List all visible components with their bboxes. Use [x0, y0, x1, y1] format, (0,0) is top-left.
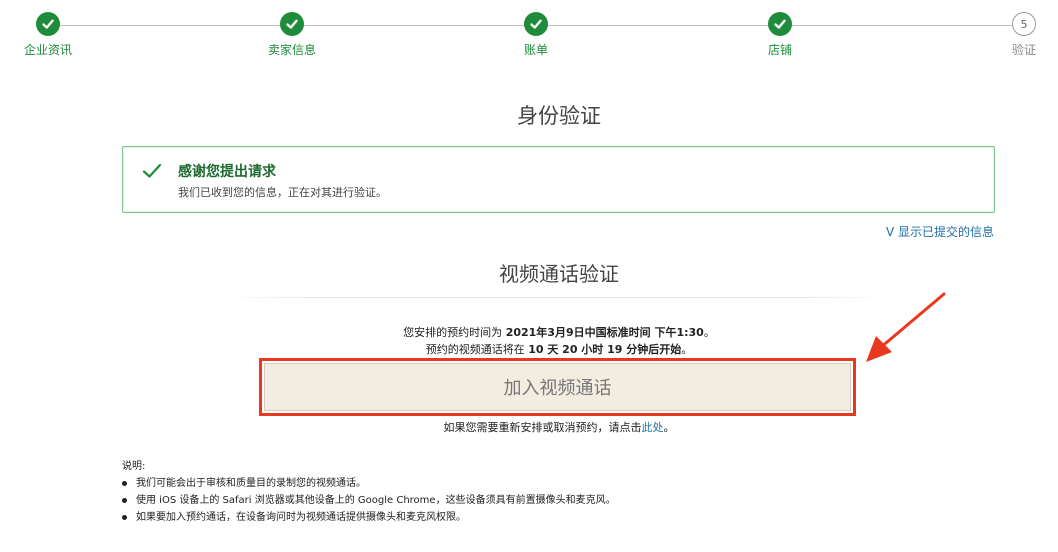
countdown-value: 10 天 20 小时 19 分钟后开始: [528, 343, 682, 356]
check-icon: [36, 12, 60, 36]
check-icon: [280, 12, 304, 36]
reschedule-link[interactable]: 此处: [642, 421, 664, 434]
success-alert: 感谢您提出请求 我们已收到您的信息，正在对其进行验证。: [122, 146, 995, 213]
step-company-info[interactable]: 企业资讯: [8, 12, 88, 58]
alert-title: 感谢您提出请求: [178, 164, 276, 180]
notes-section: 说明: 我们可能会出于审核和质量目的录制您的视频通话。 使用 iOS 设备上的 …: [122, 458, 616, 526]
section-divider: [226, 297, 888, 298]
show-submitted-info-link[interactable]: V 显示已提交的信息: [886, 223, 994, 240]
page-title: 身份验证: [517, 104, 601, 128]
appointment-time: 2021年3月9日中国标准时间 下午1:30: [505, 326, 704, 339]
step-label: 企业资讯: [23, 43, 72, 57]
step-label: 卖家信息: [267, 43, 316, 57]
step-label: 店铺: [767, 43, 792, 57]
notes-list: 我们可能会出于审核和质量目的录制您的视频通话。 使用 iOS 设备上的 Safa…: [122, 475, 616, 526]
step-label: 账单: [523, 43, 548, 57]
list-item: 我们可能会出于审核和质量目的录制您的视频通话。: [122, 475, 616, 492]
reschedule-text: 如果您需要重新安排或取消预约，请点击此处。: [443, 421, 675, 434]
step-verification: 5 验证: [984, 12, 1058, 58]
list-item: 使用 iOS 设备上的 Safari 浏览器或其他设备上的 Google Chr…: [122, 492, 616, 509]
check-icon: [768, 12, 792, 36]
progress-stepper: 企业资讯 卖家信息 账单 店铺 5 验证: [0, 0, 1058, 70]
join-video-call-button[interactable]: 加入视频通话: [264, 363, 851, 411]
alert-message: 我们已收到您的信息，正在对其进行验证。: [178, 186, 387, 199]
step-number: 5: [1012, 12, 1036, 36]
video-section-title: 视频通话验证: [499, 262, 619, 286]
checkmark-icon: [141, 161, 163, 185]
check-icon: [524, 12, 548, 36]
list-item: 如果要加入预约通话，在设备询问时为视频通话提供摄像头和麦克风权限。: [122, 509, 616, 526]
step-label: 验证: [1011, 43, 1036, 57]
step-store[interactable]: 店铺: [740, 12, 820, 58]
notes-heading: 说明:: [122, 461, 146, 472]
step-billing[interactable]: 账单: [496, 12, 576, 58]
step-seller-info[interactable]: 卖家信息: [252, 12, 332, 58]
red-arrow-icon: [866, 292, 946, 362]
